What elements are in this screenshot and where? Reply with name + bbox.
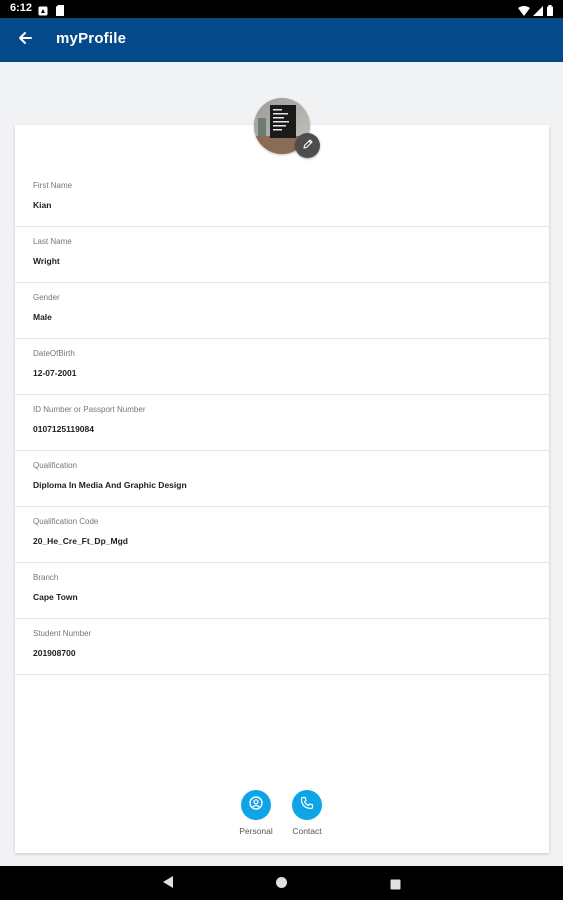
field-value: 201908700 — [33, 648, 76, 658]
status-time: 6:12 — [10, 2, 33, 14]
field-branch: Branch Cape Town — [15, 563, 549, 619]
field-gender: Gender Male — [15, 283, 549, 339]
phone-icon — [299, 795, 315, 816]
pencil-icon — [302, 137, 314, 155]
field-value: 12-07-2001 — [33, 368, 77, 378]
field-id-number: ID Number or Passport Number 01071251190… — [15, 395, 549, 451]
tab-contact-label: Contact — [292, 826, 322, 836]
tab-personal-circle — [241, 790, 271, 820]
field-label: ID Number or Passport Number — [33, 405, 146, 414]
field-value: Wright — [33, 256, 60, 266]
field-value: 0107125119084 — [33, 424, 94, 434]
field-date-of-birth: DateOfBirth 12-07-2001 — [15, 339, 549, 395]
field-student-number: Student Number 201908700 — [15, 619, 549, 675]
status-bar: 6:12 — [0, 0, 563, 18]
field-label: Branch — [33, 573, 59, 582]
field-label: Qualification Code — [33, 517, 99, 526]
page-title: myProfile — [56, 30, 127, 47]
arrow-left-icon — [18, 31, 32, 50]
back-button[interactable] — [12, 28, 38, 52]
field-value: Cape Town — [33, 592, 78, 602]
field-label: Gender — [33, 293, 60, 302]
profile-card: First Name Kian Last Name Wright Gender … — [15, 125, 549, 853]
field-value: 20_He_Cre_Ft_Dp_Mgd — [33, 536, 128, 546]
field-label: DateOfBirth — [33, 349, 75, 358]
field-last-name: Last Name Wright — [15, 227, 549, 283]
back-triangle-icon[interactable] — [162, 875, 174, 894]
field-qualification: Qualification Diploma In Media And Graph… — [15, 451, 549, 507]
field-label: First Name — [33, 181, 73, 190]
field-value: Kian — [33, 200, 52, 210]
tab-contact[interactable]: Contact — [277, 790, 337, 836]
field-value: Diploma In Media And Graphic Design — [33, 480, 187, 490]
field-label: Student Number — [33, 629, 92, 638]
home-circle-icon[interactable] — [275, 876, 288, 894]
field-label: Qualification — [33, 461, 78, 470]
edit-photo-button[interactable] — [295, 133, 320, 158]
app-bar: myProfile — [0, 18, 563, 62]
field-qualification-code: Qualification Code 20_He_Cre_Ft_Dp_Mgd — [15, 507, 549, 563]
field-value: Male — [33, 312, 52, 322]
navigation-bar — [0, 866, 563, 900]
field-label: Last Name — [33, 237, 72, 246]
recents-square-icon[interactable] — [390, 877, 401, 895]
person-icon — [248, 795, 264, 816]
field-first-name: First Name Kian — [15, 171, 549, 227]
tab-contact-circle — [292, 790, 322, 820]
